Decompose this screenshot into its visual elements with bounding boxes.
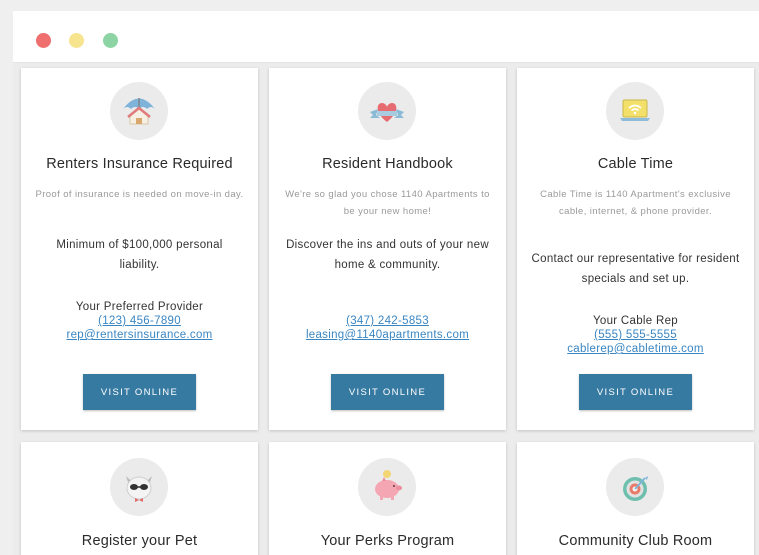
card-body: Discover the ins and outs of your new ho… xyxy=(286,239,489,271)
phone-link[interactable]: (347) 242-5853 xyxy=(269,314,506,328)
wifi-laptop-icon xyxy=(606,82,664,140)
card-perks-program: Your Perks Program xyxy=(269,442,506,555)
phone-link[interactable]: (123) 456-7890 xyxy=(21,314,258,328)
card-contact: Your Preferred Provider (123) 456-7890 r… xyxy=(21,300,258,342)
email-link[interactable]: leasing@1140apartments.com xyxy=(269,328,506,342)
card-description: We're so glad you chose 1140 Apartments … xyxy=(285,189,490,217)
card-description: Proof of insurance is needed on move-in … xyxy=(35,189,244,200)
contact-label: Your Cable Rep xyxy=(593,315,678,327)
window-titlebar xyxy=(13,11,759,63)
card-contact: Your Cable Rep (555) 555-5555 cablerep@c… xyxy=(517,314,754,356)
card-cable-time: Cable Time Cable Time is 1140 Apartment'… xyxy=(517,68,754,430)
minimize-window-button[interactable] xyxy=(69,33,84,48)
card-register-pet: Register your Pet xyxy=(21,442,258,555)
visit-online-button[interactable]: VISIT ONLINE xyxy=(331,374,444,410)
card-description: Cable Time is 1140 Apartment's exclusive… xyxy=(540,189,731,217)
card-title: Renters Insurance Required xyxy=(46,156,233,172)
card-title: Register your Pet xyxy=(81,533,198,549)
piggy-bank-icon xyxy=(358,458,416,516)
card-body: Minimum of $100,000 personal liability. xyxy=(56,239,223,271)
heart-ribbon-icon xyxy=(358,82,416,140)
card-resident-handbook: Resident Handbook We're so glad you chos… xyxy=(269,68,506,430)
card-contact: (347) 242-5853 leasing@1140apartments.co… xyxy=(269,314,506,342)
card-title: Cable Time xyxy=(597,156,674,172)
browser-window: Renters Insurance Required Proof of insu… xyxy=(13,11,759,555)
card-title: Resident Handbook xyxy=(322,156,453,172)
umbrella-house-icon xyxy=(110,82,168,140)
card-renters-insurance: Renters Insurance Required Proof of insu… xyxy=(21,68,258,430)
card-title: Your Perks Program xyxy=(320,533,455,549)
email-link[interactable]: cablerep@cabletime.com xyxy=(517,342,754,356)
target-club-icon xyxy=(606,458,664,516)
maximize-window-button[interactable] xyxy=(103,33,118,48)
visit-online-button[interactable]: VISIT ONLINE xyxy=(83,374,196,410)
card-community-club-room: Community Club Room xyxy=(517,442,754,555)
card-title: Community Club Room xyxy=(558,533,713,549)
phone-link[interactable]: (555) 555-5555 xyxy=(517,328,754,342)
email-link[interactable]: rep@rentersinsurance.com xyxy=(21,328,258,342)
pet-dog-sunglasses-icon xyxy=(110,458,168,516)
contact-label: Your Preferred Provider xyxy=(75,301,204,313)
visit-online-button[interactable]: VISIT ONLINE xyxy=(579,374,692,410)
close-window-button[interactable] xyxy=(36,33,51,48)
card-body: Contact our representative for resident … xyxy=(531,253,740,285)
